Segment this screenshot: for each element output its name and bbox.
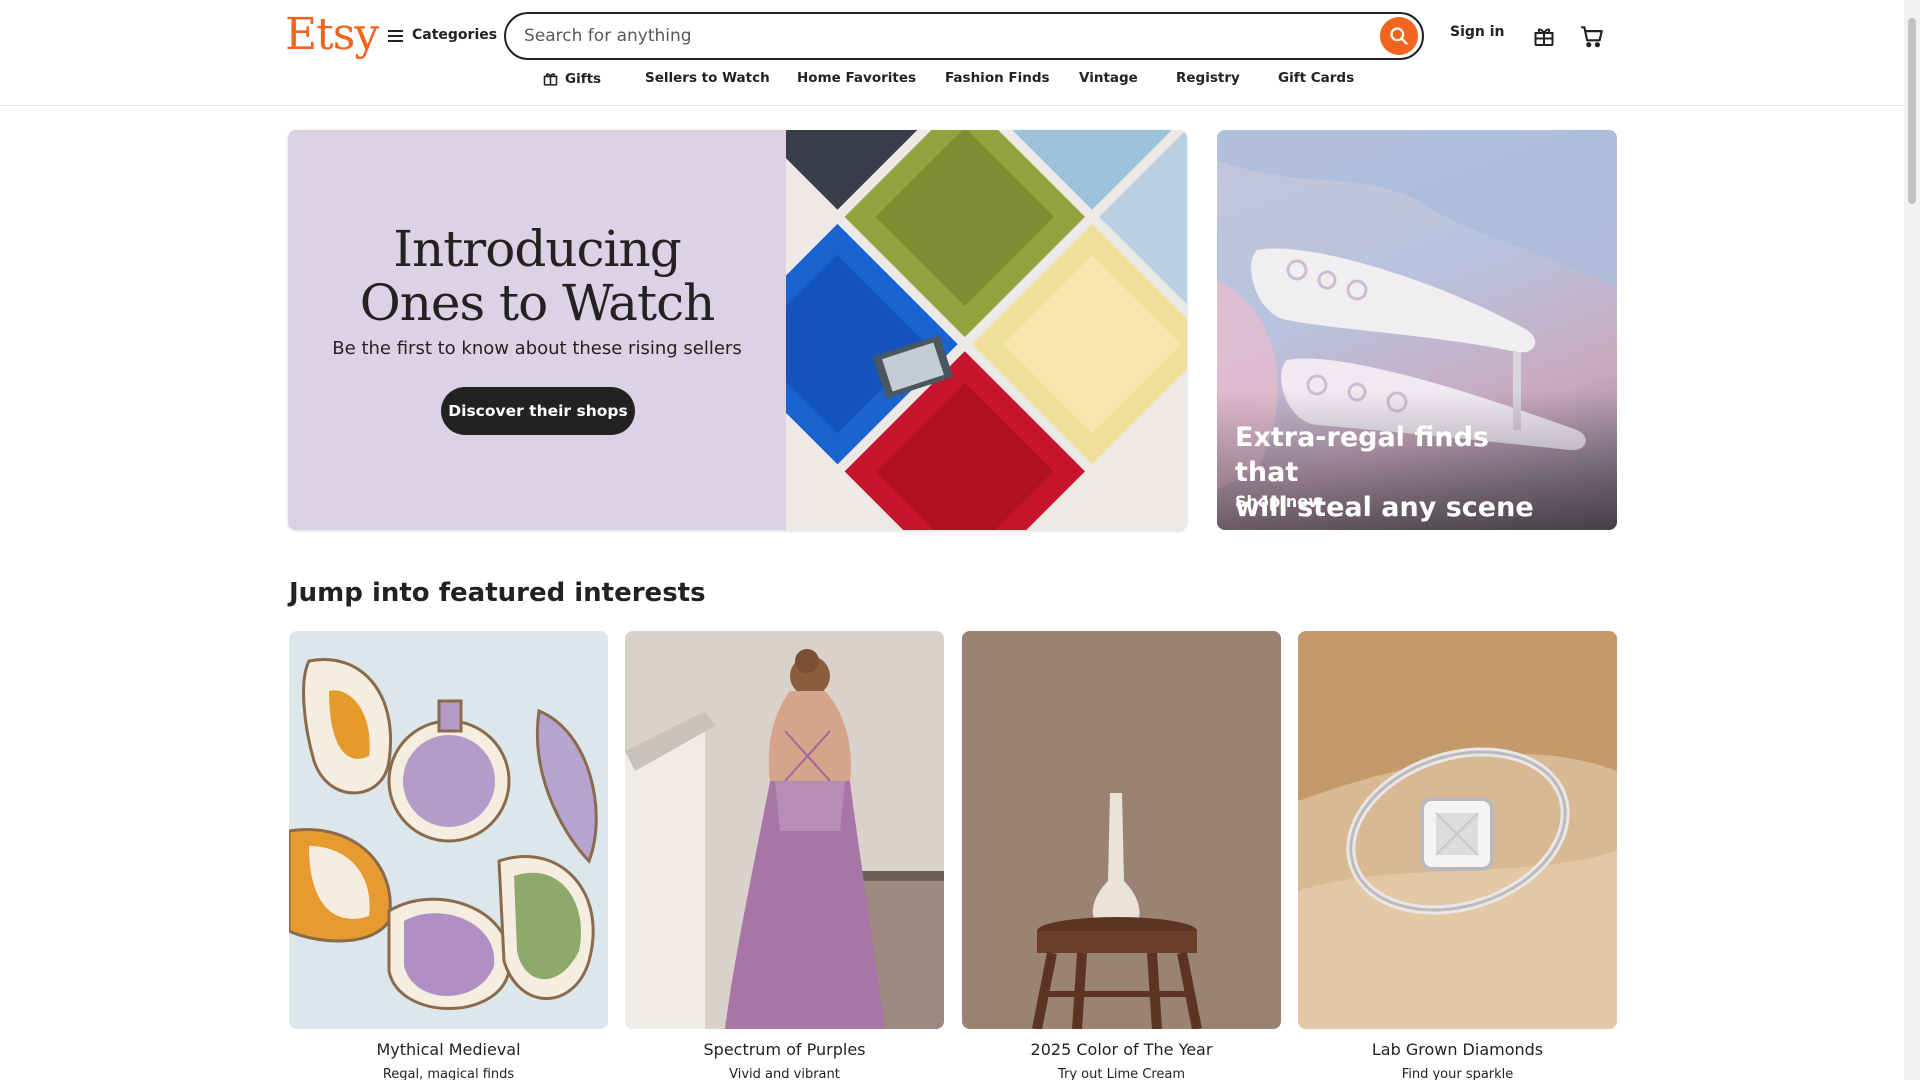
search-input[interactable] bbox=[524, 24, 1344, 48]
cart-button[interactable] bbox=[1574, 18, 1610, 54]
card-title: Lab Grown Diamonds bbox=[1371, 1040, 1544, 1059]
card-title: Spectrum of Purples bbox=[703, 1040, 866, 1059]
hero-frames-image bbox=[786, 130, 1187, 530]
regal-finds-banner[interactable]: Extra-regal finds that will steal any sc… bbox=[1217, 130, 1617, 530]
search-bar bbox=[504, 12, 1424, 60]
card-image bbox=[962, 631, 1281, 1029]
card-title: Mythical Medieval bbox=[376, 1040, 521, 1059]
nav-item-label: Gifts bbox=[565, 70, 602, 87]
sign-in-link[interactable]: Sign in bbox=[1450, 24, 1505, 40]
hero-title: Introducing Ones to Watch bbox=[288, 222, 786, 330]
interest-card-spectrum-of-purples[interactable]: Spectrum of Purples Vivid and vibrant bbox=[625, 631, 944, 1080]
nav-item-vintage[interactable]: Vintage bbox=[1079, 70, 1138, 86]
nav-item-gifts[interactable]: Gifts bbox=[542, 70, 601, 87]
discover-shops-button[interactable]: Discover their shops bbox=[441, 387, 635, 435]
card-title: 2025 Color of The Year bbox=[1030, 1040, 1213, 1059]
gift-icon bbox=[1534, 28, 1554, 46]
search-icon bbox=[1390, 27, 1408, 45]
featured-interests-title: Jump into featured interests bbox=[289, 578, 706, 608]
interest-card-mythical-medieval[interactable]: Mythical Medieval Regal, magical finds bbox=[289, 631, 608, 1080]
scrollbar-thumb[interactable] bbox=[1908, 18, 1916, 204]
card-subtitle: Try out Lime Cream bbox=[1057, 1067, 1186, 1080]
nav-item-gift-cards[interactable]: Gift Cards bbox=[1278, 70, 1354, 86]
card-image bbox=[289, 631, 608, 1029]
search-button[interactable] bbox=[1380, 17, 1418, 55]
ornaments-image bbox=[289, 631, 608, 1029]
nav-item-sellers-to-watch[interactable]: Sellers to Watch bbox=[645, 70, 770, 86]
categories-label: Categories bbox=[412, 27, 498, 43]
hamburger-menu-icon bbox=[388, 29, 404, 42]
card-image bbox=[625, 631, 944, 1029]
card-subtitle: Vivid and vibrant bbox=[729, 1067, 840, 1080]
shop-now-link[interactable]: Shop now bbox=[1235, 492, 1323, 511]
vase-image bbox=[962, 631, 1281, 1029]
nav-item-home-favorites[interactable]: Home Favorites bbox=[797, 70, 916, 86]
card-subtitle: Regal, magical finds bbox=[382, 1067, 515, 1080]
purple-dress-image bbox=[625, 631, 944, 1029]
page-scrollbar[interactable] bbox=[1904, 0, 1920, 1080]
interest-card-lab-grown-diamonds[interactable]: Lab Grown Diamonds Find your sparkle bbox=[1298, 631, 1617, 1080]
top-nav: Gifts Sellers to Watch Home Favorites Fa… bbox=[0, 70, 1904, 94]
etsy-logo[interactable]: Etsy bbox=[285, 8, 379, 62]
card-image bbox=[1298, 631, 1617, 1029]
hero-title-line1: Introducing bbox=[393, 220, 681, 278]
gift-button[interactable] bbox=[1526, 18, 1562, 54]
interest-card-color-of-the-year[interactable]: 2025 Color of The Year Try out Lime Crea… bbox=[962, 631, 1281, 1080]
nav-item-registry[interactable]: Registry bbox=[1176, 70, 1240, 86]
diamond-ring-image bbox=[1298, 631, 1617, 1029]
site-header: Etsy Categories Sign in bbox=[0, 0, 1904, 106]
hero-banner[interactable]: Introducing Ones to Watch Be the first t… bbox=[288, 130, 1187, 530]
hero-subtitle: Be the first to know about these rising … bbox=[332, 338, 742, 359]
nav-item-fashion-finds[interactable]: Fashion Finds bbox=[945, 70, 1050, 86]
cart-icon bbox=[1581, 26, 1603, 48]
hero-title-line2: Ones to Watch bbox=[359, 274, 716, 332]
hero-text-panel: Introducing Ones to Watch Be the first t… bbox=[288, 130, 786, 530]
categories-button[interactable]: Categories bbox=[388, 22, 497, 48]
card-subtitle: Find your sparkle bbox=[1401, 1067, 1514, 1080]
gift-icon bbox=[543, 73, 558, 86]
regal-title-line1: Extra-regal finds that bbox=[1235, 422, 1489, 488]
